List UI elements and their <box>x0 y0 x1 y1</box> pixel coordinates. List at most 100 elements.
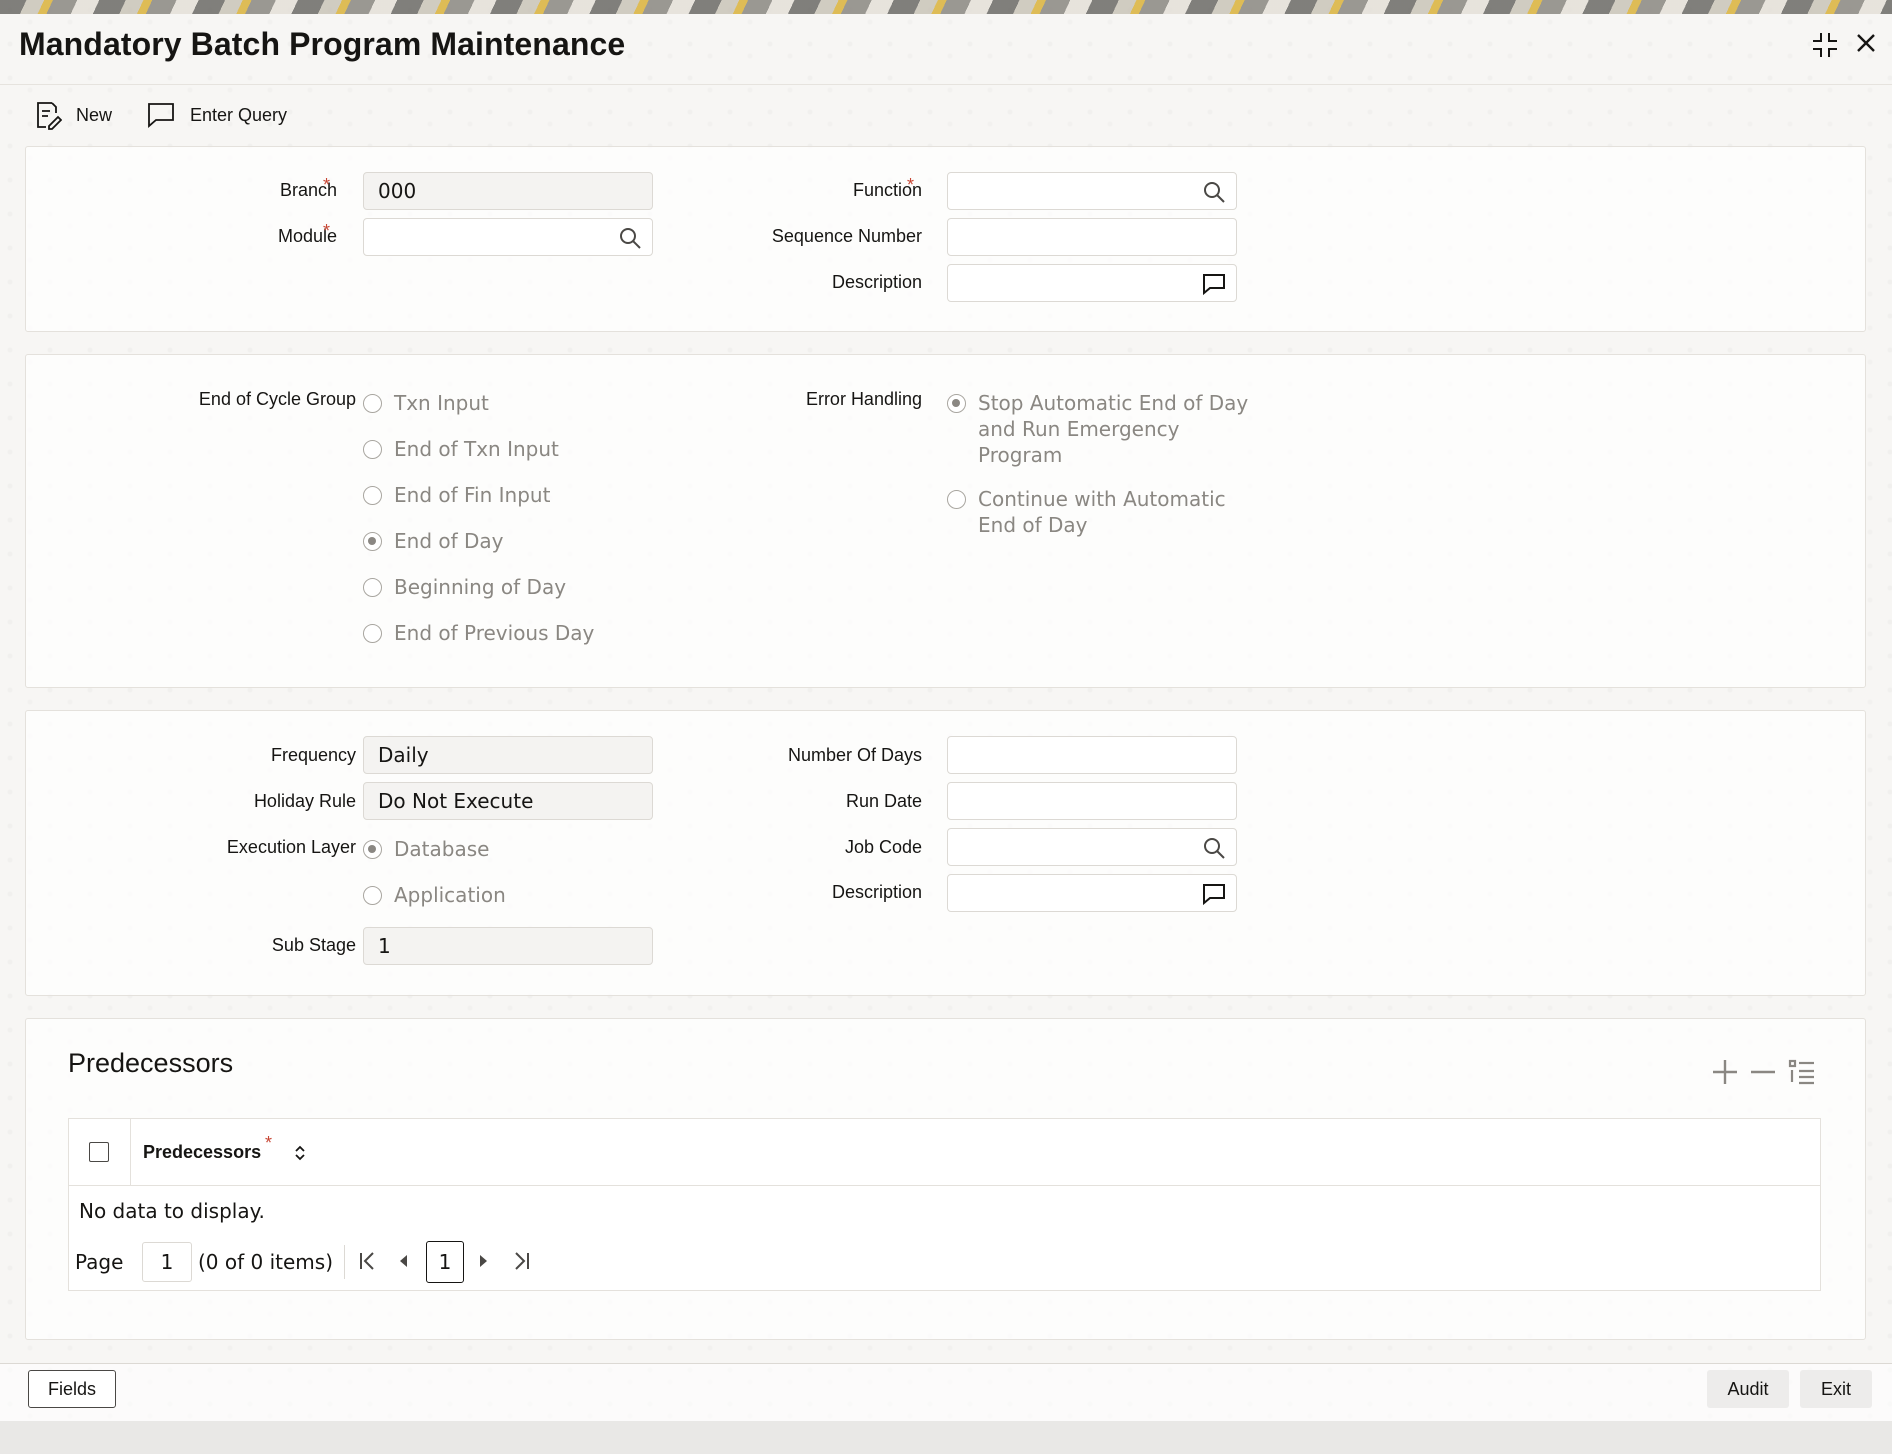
branch-field[interactable]: 000 <box>363 172 653 210</box>
job-code-field[interactable] <box>947 828 1237 866</box>
fields-button[interactable]: Fields <box>28 1370 116 1408</box>
radio-indicator <box>947 490 966 509</box>
comment-icon[interactable] <box>1202 272 1226 296</box>
radio-continue-automatic-eod[interactable]: Continue with Automatic End of Day <box>947 486 1226 538</box>
add-row-button[interactable] <box>1711 1058 1739 1089</box>
minimize-icon <box>1813 33 1837 57</box>
footer-bar: Fields Audit Exit <box>0 1363 1892 1421</box>
required-marker: * <box>907 175 915 195</box>
decorative-banner <box>0 0 1892 14</box>
enter-query-label: Enter Query <box>190 104 288 125</box>
first-page-button[interactable] <box>357 1250 379 1275</box>
comment-icon[interactable] <box>1202 882 1226 906</box>
end-of-cycle-group-label: End of Cycle Group <box>198 389 356 409</box>
radio-stop-automatic-eod[interactable]: Stop Automatic End of Day and Run Emerge… <box>947 390 1248 468</box>
single-record-view-button[interactable] <box>1788 1058 1816 1089</box>
table-header: Predecessors * <box>69 1119 1820 1186</box>
required-marker: * <box>265 1133 273 1153</box>
holiday-rule-label: Holiday Rule <box>253 791 356 811</box>
radio-indicator <box>363 532 382 551</box>
new-document-icon <box>37 102 62 130</box>
footer-strip <box>0 1421 1892 1454</box>
list-icon <box>1788 1059 1814 1085</box>
execution-layer-label: Execution Layer <box>226 837 356 857</box>
current-page-button[interactable]: 1 <box>426 1241 464 1283</box>
radio-indicator <box>363 440 382 459</box>
next-page-button[interactable] <box>475 1250 491 1275</box>
enter-query-button[interactable]: Enter Query <box>146 98 287 132</box>
chat-bubble-icon <box>148 103 174 128</box>
prev-page-icon <box>400 1255 407 1267</box>
radio-indicator <box>363 394 382 413</box>
required-marker: * <box>323 175 331 195</box>
module-field[interactable] <box>363 218 653 256</box>
column-divider <box>130 1119 131 1186</box>
sub-stage-field[interactable]: 1 <box>363 927 653 965</box>
minimize-button[interactable] <box>1810 30 1840 63</box>
sub-stage-label: Sub Stage <box>271 935 356 955</box>
search-icon[interactable] <box>1202 180 1226 204</box>
cycle-panel: End of Cycle Group Txn Input End of Txn … <box>25 354 1866 688</box>
remove-icon <box>1751 1070 1775 1074</box>
last-page-icon <box>515 1252 529 1270</box>
search-icon[interactable] <box>1202 836 1226 860</box>
divider <box>344 1245 345 1279</box>
job-description-label: Description <box>831 882 922 902</box>
page-input[interactable]: 1 <box>142 1242 192 1282</box>
number-of-days-field[interactable] <box>947 736 1237 774</box>
app-window: Mandatory Batch Program Maintenance New … <box>0 0 1892 1454</box>
description-label: Description <box>831 272 922 292</box>
job-description-field[interactable] <box>947 874 1237 912</box>
header-panel: Branch * 000 Module * Function * Sequenc… <box>25 146 1866 332</box>
required-marker: * <box>323 221 331 241</box>
sequence-number-label: Sequence Number <box>771 226 922 246</box>
predecessors-column-header[interactable]: Predecessors <box>143 1142 261 1163</box>
radio-indicator <box>363 886 382 905</box>
search-icon[interactable] <box>618 226 642 250</box>
page-title: Mandatory Batch Program Maintenance <box>19 26 626 62</box>
predecessors-table: Predecessors * No data to display. Page … <box>68 1118 1821 1291</box>
sort-icon[interactable] <box>293 1143 307 1163</box>
holiday-rule-field[interactable]: Do Not Execute <box>363 782 653 820</box>
predecessors-title: Predecessors <box>68 1048 234 1078</box>
function-field[interactable] <box>947 172 1237 210</box>
number-of-days-label: Number Of Days <box>787 745 922 765</box>
items-count: (0 of 0 items) <box>198 1250 334 1274</box>
run-date-label: Run Date <box>845 791 922 811</box>
page-label: Page <box>75 1250 124 1274</box>
close-icon <box>1857 34 1875 52</box>
radio-end-of-fin-input[interactable]: End of Fin Input <box>363 482 550 508</box>
remove-row-button[interactable] <box>1749 1058 1777 1089</box>
job-code-label: Job Code <box>844 837 922 857</box>
schedule-panel: Frequency Daily Holiday Rule Do Not Exec… <box>25 710 1866 996</box>
radio-indicator <box>363 624 382 643</box>
audit-button[interactable]: Audit <box>1707 1370 1789 1408</box>
radio-indicator <box>363 486 382 505</box>
radio-end-of-day[interactable]: End of Day <box>363 528 504 554</box>
radio-indicator <box>363 578 382 597</box>
exit-button[interactable]: Exit <box>1800 1370 1872 1408</box>
previous-page-button[interactable] <box>396 1250 412 1275</box>
error-handling-label: Error Handling <box>805 389 922 409</box>
run-date-field[interactable] <box>947 782 1237 820</box>
frequency-field[interactable]: Daily <box>363 736 653 774</box>
new-label: New <box>76 104 113 125</box>
frequency-label: Frequency <box>270 745 356 765</box>
close-button[interactable] <box>1853 30 1879 59</box>
radio-txn-input[interactable]: Txn Input <box>363 390 489 416</box>
next-page-icon <box>480 1255 487 1267</box>
empty-message: No data to display. <box>79 1199 265 1223</box>
sequence-number-field[interactable] <box>947 218 1237 256</box>
radio-indicator <box>947 394 966 413</box>
select-all-checkbox[interactable] <box>89 1142 109 1162</box>
add-icon <box>1713 1060 1737 1084</box>
last-page-button[interactable] <box>510 1250 532 1275</box>
radio-application[interactable]: Application <box>363 882 506 908</box>
new-button[interactable]: New <box>32 98 112 132</box>
radio-indicator <box>363 840 382 859</box>
radio-beginning-of-day[interactable]: Beginning of Day <box>363 574 566 600</box>
radio-end-of-txn-input[interactable]: End of Txn Input <box>363 436 559 462</box>
radio-database[interactable]: Database <box>363 836 489 862</box>
radio-end-of-previous-day[interactable]: End of Previous Day <box>363 620 594 646</box>
description-field[interactable] <box>947 264 1237 302</box>
